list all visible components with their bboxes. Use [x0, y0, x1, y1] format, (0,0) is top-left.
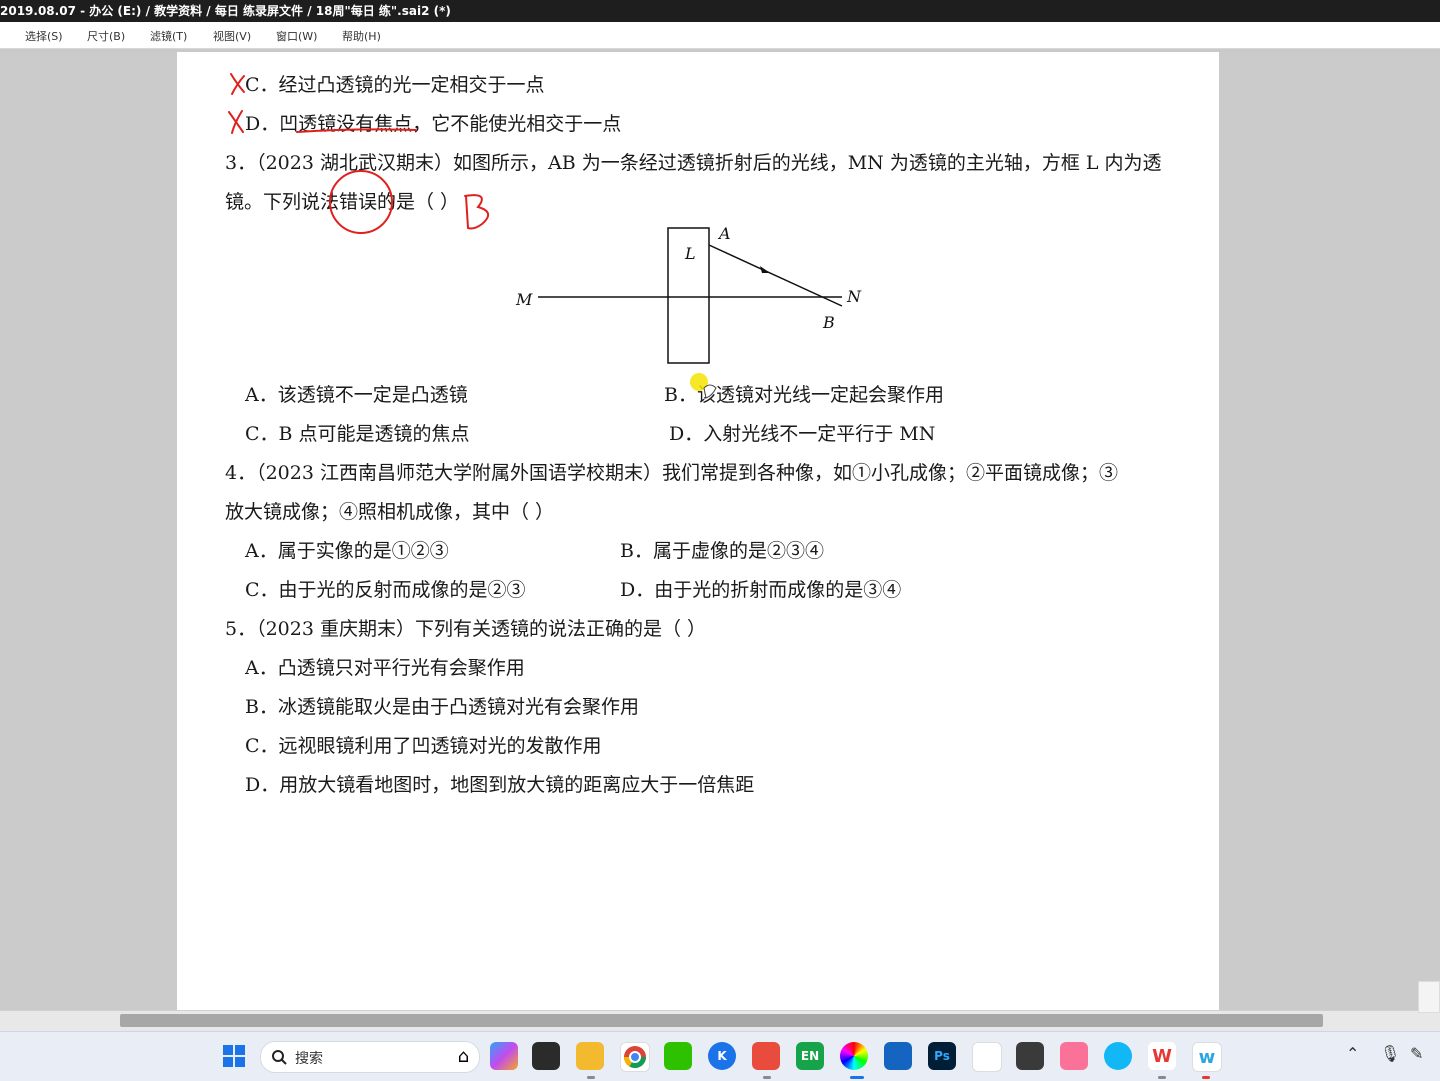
q4-option-b: B．属于虚像的是②③④	[620, 540, 824, 562]
pen-icon[interactable]: ✎	[1410, 1044, 1423, 1063]
cabin-icon: ⌂	[457, 1046, 469, 1067]
w-app-icon[interactable]: w	[1192, 1042, 1222, 1072]
q5-option-c: C．远视眼镜利用了凹透镜对光的发散作用	[245, 735, 602, 757]
q3-option-d: D．入射光线不一定平行于 MN	[669, 423, 936, 445]
q4-option-a: A．属于实像的是①②③	[245, 540, 449, 562]
wps-icon[interactable]: W	[1148, 1042, 1176, 1070]
bilibili-icon[interactable]	[1060, 1042, 1088, 1070]
search-icon	[272, 1050, 287, 1065]
question-3-line2: 镜。下列说法错误的是（ ）	[225, 191, 460, 213]
option-d-prev: D．凹透镜没有焦点，它不能使光相交于一点	[245, 113, 622, 135]
q3-option-b: B．该透镜对光线一定起会聚作用	[664, 384, 944, 406]
menu-view[interactable]: 视图(V)	[213, 28, 251, 44]
mingjia-icon[interactable]	[884, 1042, 912, 1070]
q4-option-d: D．由于光的折射而成像的是③④	[620, 579, 902, 601]
horizontal-scrollbar[interactable]	[0, 981, 1440, 1031]
chat-icon[interactable]	[1104, 1042, 1132, 1070]
q3-option-c: C．B 点可能是透镜的焦点	[245, 423, 470, 445]
en-app-icon[interactable]: EN	[796, 1042, 824, 1070]
start-icon[interactable]	[220, 1042, 248, 1070]
file-explorer-icon[interactable]	[576, 1042, 604, 1070]
question-4-line2: 放大镜成像；④照相机成像，其中（ ）	[225, 501, 555, 523]
task-view-icon[interactable]	[532, 1042, 560, 1070]
microphone-icon[interactable]: 🎙	[1380, 1044, 1400, 1063]
menu-size[interactable]: 尺寸(B)	[87, 28, 125, 44]
chrome-icon[interactable]	[620, 1042, 650, 1072]
running-indicator	[587, 1076, 595, 1079]
search-box[interactable]: 搜索 ⌂	[260, 1041, 480, 1073]
menu-select[interactable]: 选择(S)	[25, 28, 63, 44]
running-indicator	[1202, 1076, 1210, 1079]
running-indicator	[1158, 1076, 1166, 1079]
window-titlebar: 2019.08.07 - 办公 (E:) / 教学资料 / 每日 练录屏文件 /…	[0, 0, 1440, 22]
copilot-icon[interactable]	[490, 1042, 518, 1070]
question-5-line1: 5．（2023 重庆期末）下列有关透镜的说法正确的是（ ）	[225, 618, 707, 640]
cube-app-icon[interactable]	[1016, 1042, 1044, 1070]
menu-window[interactable]: 窗口(W)	[276, 28, 317, 44]
search-label: 搜索	[295, 1051, 323, 1067]
q4-option-c: C．由于光的反射而成像的是②③	[245, 579, 526, 601]
active-indicator	[850, 1076, 864, 1079]
scrollbar-thumb[interactable]	[120, 1014, 1323, 1027]
baidu-netdisk-icon[interactable]	[972, 1042, 1002, 1072]
question-3-line1: 3．（2023 湖北武汉期末）如图所示，AB 为一条经过透镜折射后的光线，MN …	[225, 152, 1162, 174]
store-icon[interactable]	[752, 1042, 780, 1070]
question-4-line1: 4．（2023 江西南昌师范大学附属外国语学校期末）我们常提到各种像，如①小孔成…	[225, 462, 1118, 484]
window-title: 2019.08.07 - 办公 (E:) / 教学资料 / 每日 练录屏文件 /…	[0, 4, 451, 18]
q5-option-a: A．凸透镜只对平行光有会聚作用	[245, 657, 525, 679]
photoshop-icon[interactable]: Ps	[928, 1042, 956, 1070]
running-indicator	[763, 1076, 771, 1079]
sai-icon[interactable]	[840, 1042, 868, 1070]
wechat-icon[interactable]	[664, 1042, 692, 1070]
taskbar: 搜索 ⌂ K EN Ps W w ⌃ 🎙 ✎	[0, 1031, 1440, 1081]
q5-option-d: D．用放大镜看地图时，地图到放大镜的距离应大于一倍焦距	[245, 774, 755, 796]
menu-filter[interactable]: 滤镜(T)	[150, 28, 187, 44]
scrollbar-corner	[1418, 981, 1440, 1013]
menu-bar: 选择(S) 尺寸(B) 滤镜(T) 视图(V) 窗口(W) 帮助(H)	[0, 22, 1440, 49]
k-app-icon[interactable]: K	[708, 1042, 736, 1070]
q5-option-b: B．冰透镜能取火是由于凸透镜对光有会聚作用	[245, 696, 639, 718]
menu-help[interactable]: 帮助(H)	[342, 28, 381, 44]
q3-option-a: A．该透镜不一定是凸透镜	[245, 384, 468, 406]
chevron-up-icon[interactable]: ⌃	[1346, 1044, 1359, 1063]
option-c-prev: C．经过凸透镜的光一定相交于一点	[245, 74, 545, 96]
